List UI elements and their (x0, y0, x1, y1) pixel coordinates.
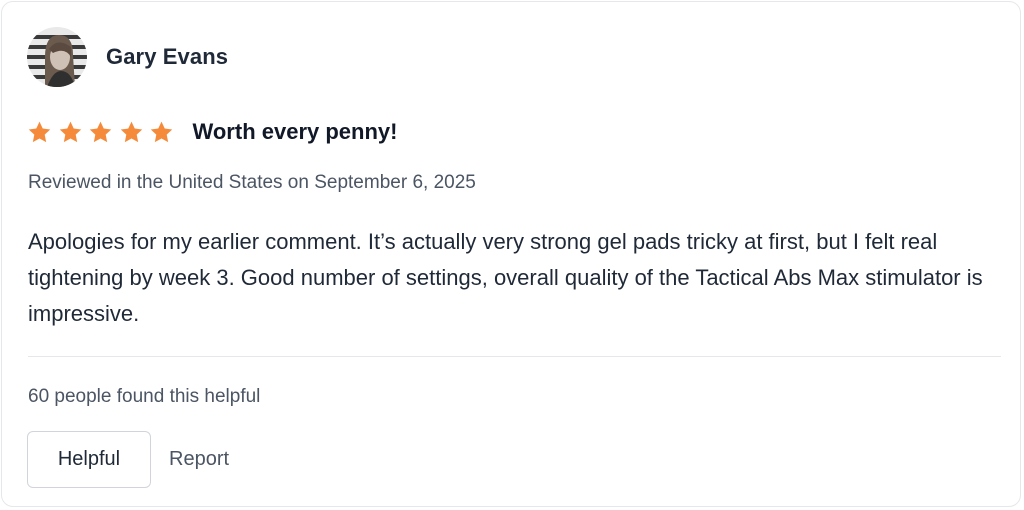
rating-row: Worth every penny! (27, 116, 397, 148)
reviewer-name: Gary Evans (106, 44, 229, 69)
review-actions: Helpful Report (27, 431, 229, 488)
star-icon (119, 120, 144, 145)
star-icon (27, 120, 52, 145)
star-icon (88, 120, 113, 145)
reviewer-avatar-photo-icon (27, 27, 87, 87)
reviewer-header: Gary Evans (27, 27, 228, 87)
review-text: Apologies for my earlier comment. It’s a… (28, 229, 983, 326)
review-date: Reviewed in the United States on Septemb… (28, 172, 476, 193)
report-link[interactable]: Report (169, 448, 229, 471)
helpful-button[interactable]: Helpful (27, 431, 151, 488)
review-title: Worth every penny! (192, 119, 398, 144)
divider (28, 356, 1001, 357)
star-icon (149, 120, 174, 145)
star-rating (27, 120, 180, 145)
avatar (27, 27, 87, 87)
helpful-count: 60 people found this helpful (28, 386, 261, 407)
star-icon (58, 120, 83, 145)
review-card: Gary Evans Worth every penny! Reviewed i… (1, 1, 1021, 507)
